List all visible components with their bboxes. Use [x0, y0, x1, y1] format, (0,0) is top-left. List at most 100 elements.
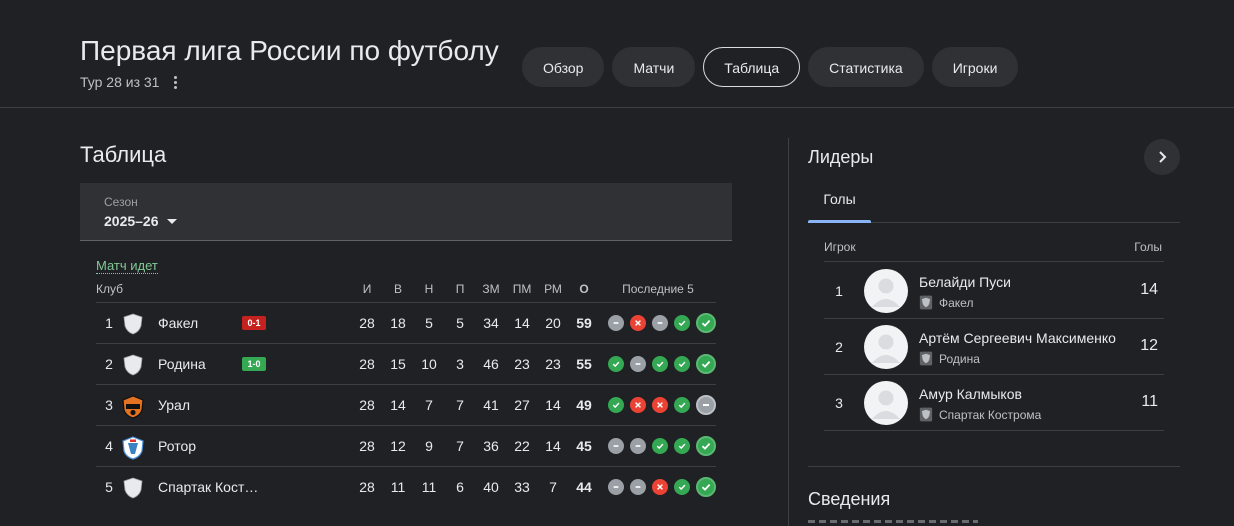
cell-goals-for: 40 [483, 479, 499, 495]
cell-points: 45 [576, 438, 592, 454]
col-goals-against: ПМ [512, 282, 532, 296]
live-legend-text: Матч идет [96, 258, 158, 274]
leader-row[interactable]: 3 Амур Калмыков Спартак Кострома 11 [824, 375, 1164, 431]
round-label: Тур 28 из 31 [80, 74, 160, 90]
last-five-form [608, 313, 716, 333]
cell-goals-for: 41 [483, 397, 499, 413]
more-options-icon[interactable] [171, 75, 179, 89]
club-crest-icon [122, 395, 144, 419]
check-icon [674, 397, 690, 413]
cell-goals-against: 22 [514, 438, 530, 454]
cell-lost: 7 [456, 438, 464, 454]
last-five-form [608, 395, 716, 415]
check-icon [696, 313, 716, 333]
avatar [864, 325, 908, 369]
round-info: Тур 28 из 31 [80, 74, 179, 90]
table-row[interactable]: 2 Родина 1-0 28 15 10 3 46 23 23 55 [96, 344, 716, 385]
tab-overview[interactable]: Обзор [522, 47, 605, 87]
avatar [864, 381, 908, 425]
cell-points: 59 [576, 315, 592, 331]
caret-down-icon [166, 218, 177, 224]
table-row[interactable]: 4 Ротор 28 12 9 7 36 22 14 45 [96, 426, 716, 467]
club-name: Урал [158, 397, 191, 413]
tab-players[interactable]: Игроки [931, 47, 1019, 87]
table-row[interactable]: 3 Урал 28 14 7 7 41 27 14 49 [96, 385, 716, 426]
tab-stats[interactable]: Статистика [808, 47, 924, 87]
check-icon [652, 356, 668, 372]
season-label: Сезон [104, 195, 138, 209]
close-icon [630, 315, 646, 331]
cell-lost: 5 [456, 315, 464, 331]
player-team-name: Спартак Кострома [939, 407, 1042, 422]
season-value: 2025–26 [104, 213, 159, 229]
player-goals: 11 [1141, 393, 1158, 410]
cell-goal-diff: 20 [545, 315, 561, 331]
live-score-badge: 1-0 [242, 357, 266, 371]
row-position: 1 [105, 315, 113, 331]
cell-played: 28 [359, 479, 375, 495]
tab-standings[interactable]: Таблица [703, 47, 801, 87]
cell-won: 11 [390, 479, 406, 495]
season-selector[interactable]: Сезон 2025–26 [80, 183, 732, 241]
player-goals: 12 [1140, 337, 1158, 354]
club-crest-icon [919, 407, 933, 422]
leaders-next-button[interactable] [1144, 139, 1180, 175]
cell-points: 44 [576, 479, 592, 495]
player-name: Артём Сергеевич Максименко [919, 330, 1116, 346]
leader-rank: 2 [835, 339, 843, 355]
check-icon [674, 479, 690, 495]
minus-icon [652, 315, 668, 331]
check-icon [608, 397, 624, 413]
chevron-right-icon [1159, 151, 1167, 163]
cell-lost: 6 [456, 479, 464, 495]
standings-table: Клуб И В Н П ЗМ ПМ РМ О Последние 5 1 Фак… [96, 279, 716, 508]
col-played: И [362, 282, 372, 296]
table-row[interactable]: 1 Факел 0-1 28 18 5 5 34 14 20 59 [96, 303, 716, 344]
player-name: Амур Калмыков [919, 386, 1022, 402]
player-team-name: Факел [939, 295, 974, 310]
col-club: Клуб [96, 282, 123, 296]
section-divider [808, 466, 1180, 467]
tab-goals[interactable]: Голы [808, 181, 871, 223]
league-title: Первая лига России по футболу [80, 35, 499, 66]
minus-icon [608, 479, 624, 495]
col-won: В [393, 282, 402, 296]
last-five-form [608, 354, 716, 374]
cell-goals-against: 23 [514, 356, 530, 372]
leader-row[interactable]: 1 Белайди Пуси Факел 14 [824, 263, 1164, 319]
leader-rank: 1 [835, 283, 843, 299]
col-last-five: Последние 5 [622, 282, 694, 296]
cell-points: 55 [576, 356, 592, 372]
season-dropdown[interactable]: 2025–26 [104, 213, 177, 229]
club-name: Спартак Кост… [158, 479, 259, 495]
player-goals: 14 [1140, 281, 1158, 298]
league-header: Первая лига России по футболу Тур 28 из … [0, 0, 1234, 108]
leaders-header: Игрок Голы [824, 238, 1164, 262]
cell-lost: 3 [456, 356, 464, 372]
cell-played: 28 [359, 397, 375, 413]
col-drawn: Н [424, 282, 434, 296]
close-icon [652, 479, 668, 495]
leader-rank: 3 [835, 395, 843, 411]
minus-icon [608, 438, 624, 454]
player-team: Спартак Кострома [919, 407, 1041, 422]
col-player: Игрок [824, 240, 856, 254]
column-divider [788, 138, 789, 526]
last-five-form [608, 477, 716, 497]
check-icon [652, 438, 668, 454]
club-crest-icon [919, 295, 933, 310]
live-legend: Матч идет [96, 258, 158, 274]
avatar [864, 269, 908, 313]
minus-icon [630, 479, 646, 495]
cell-drawn: 7 [425, 397, 433, 413]
cell-won: 18 [390, 315, 406, 331]
leaders-tabs: Голы [808, 181, 1180, 223]
player-team: Факел [919, 295, 973, 310]
leaders-title: Лидеры [808, 147, 874, 167]
table-row[interactable]: 5 Спартак Кост… 28 11 11 6 40 33 7 44 [96, 467, 716, 508]
tab-matches[interactable]: Матчи [612, 47, 696, 87]
cell-goals-against: 33 [514, 479, 530, 495]
col-goals: Голы [1134, 240, 1162, 254]
check-icon [696, 354, 716, 374]
leader-row[interactable]: 2 Артём Сергеевич Максименко Родина 12 [824, 319, 1164, 375]
